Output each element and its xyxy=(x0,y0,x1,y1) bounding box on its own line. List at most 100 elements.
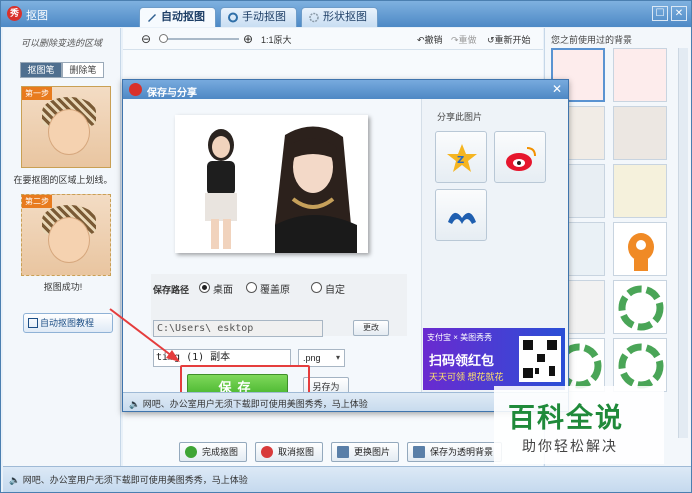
dialog-status-text: 网吧、办公室用户无须下载即可使用美图秀秀，马上体验 xyxy=(142,399,368,409)
dialog-title-bar: 保存与分享 ✕ xyxy=(123,80,568,99)
restart-button[interactable]: ↺重新开始 xyxy=(487,33,531,46)
portrait-preview-image xyxy=(175,115,368,253)
ad-headline: 扫码领红包 xyxy=(429,353,495,368)
replace-image-button[interactable]: 更换图片 xyxy=(331,442,400,462)
background-panel-title: 您之前使用过的背景 xyxy=(551,35,633,45)
tab-label: 自动抠图 xyxy=(161,11,205,23)
share-weibo-button[interactable] xyxy=(494,131,546,183)
mascot-icon xyxy=(628,233,654,271)
background-thumbnail[interactable] xyxy=(613,48,667,102)
close-button[interactable]: ✕ xyxy=(671,6,687,21)
tutorial-label: 自动抠图教程 xyxy=(40,318,95,328)
save-path-label: 保存路径 xyxy=(153,285,190,295)
zoom-in-icon[interactable]: ⊕ xyxy=(243,32,253,46)
canvas-toolbar: ⊖ ⊕ 1:1原大 ↶撤销 ↷重做 ↺重新开始 xyxy=(123,28,543,50)
dialog-close-button[interactable]: ✕ xyxy=(552,82,562,96)
ad-subtext: 天天可领 想花就花 xyxy=(429,372,504,382)
pen-tabs: 抠图笔 删除笔 xyxy=(20,62,104,78)
svg-text:Z: Z xyxy=(457,155,464,166)
step2-image: 第二步 xyxy=(21,194,111,276)
dialog-title: 保存与分享 xyxy=(147,88,197,99)
step2-tag: 第二步 xyxy=(22,195,52,208)
radio-desktop[interactable] xyxy=(199,282,210,293)
chevron-down-icon: ▾ xyxy=(335,353,340,362)
radio-overwrite-label: 覆盖原 xyxy=(260,285,290,296)
radio-custom-label: 自定 xyxy=(325,285,345,296)
background-thumbnail[interactable] xyxy=(613,106,667,160)
app-logo-icon xyxy=(129,83,142,96)
maximize-button[interactable]: ☐ xyxy=(652,6,668,21)
background-thumbnail[interactable] xyxy=(613,338,667,392)
save-share-dialog: 保存与分享 ✕ 保存路径 桌面 覆盖原 自定 C:\Users\ esktop … xyxy=(122,79,569,412)
original-size-button[interactable]: 1:1原大 xyxy=(261,33,292,46)
tab-auto-cutout[interactable]: 自动抠图 xyxy=(139,7,216,27)
hint-text: 可以删除变选的区域 xyxy=(21,38,103,48)
finish-cutout-label: 完成抠图 xyxy=(202,447,239,457)
format-value: .png xyxy=(303,353,321,363)
radio-desktop-label: 桌面 xyxy=(213,285,233,296)
save-icon xyxy=(413,446,426,458)
weibo-icon xyxy=(506,147,536,171)
zoom-slider[interactable] xyxy=(159,38,239,40)
pen-icon xyxy=(148,14,156,22)
title-bar: 秀 抠图 自动抠图 手动抠图 形状抠图 ☐ ✕ xyxy=(1,1,691,27)
redo-button[interactable]: ↷重做 xyxy=(451,33,477,46)
finish-cutout-button[interactable]: 完成抠图 xyxy=(179,442,248,462)
share-panel: 分享此图片 Z 支付宝 × 美图秀秀 扫码领红包 天天可领 想花就花 xyxy=(421,99,568,392)
watermark-subtitle: 助你轻松解决 xyxy=(522,438,618,454)
tab-shape-cutout[interactable]: 形状抠图 xyxy=(301,7,378,27)
dialog-body: 保存路径 桌面 覆盖原 自定 C:\Users\ esktop 更改 timg … xyxy=(123,99,568,410)
window-title: 抠图 xyxy=(26,10,48,22)
ad-banner[interactable]: 支付宝 × 美图秀秀 扫码领红包 天天可领 想花就花 xyxy=(423,328,565,390)
zoom-slider-handle[interactable] xyxy=(159,34,168,43)
radio-overwrite[interactable] xyxy=(246,282,257,293)
undo-label: 撤销 xyxy=(424,35,443,45)
status-bar: 🔈 网吧、办公室用户无须下载即可使用美图秀秀，马上体验 xyxy=(3,466,691,492)
save-path-field[interactable]: C:\Users\ esktop xyxy=(153,320,323,337)
tab-manual-cutout[interactable]: 手动抠图 xyxy=(220,7,297,27)
erase-pen-button[interactable]: 删除笔 xyxy=(62,62,104,78)
redo-label: 重做 xyxy=(458,35,477,45)
qr-code-icon xyxy=(519,336,561,382)
save-transparent-label: 保存为透明背景 xyxy=(430,447,494,457)
change-path-button[interactable]: 更改 xyxy=(353,320,389,336)
share-renren-button[interactable] xyxy=(435,189,487,241)
step1-image: 第一步 xyxy=(21,86,111,168)
background-thumbnail[interactable] xyxy=(613,164,667,218)
green-swirl-icon xyxy=(618,343,664,389)
book-icon xyxy=(28,318,38,328)
share-qzone-button[interactable]: Z xyxy=(435,131,487,183)
left-panel: 可以删除变选的区域 抠图笔 删除笔 第一步 在要抠图的区域上划线。 第二步 抠图… xyxy=(3,28,121,466)
qzone-icon: Z xyxy=(447,144,477,172)
cancel-cutout-button[interactable]: 取消抠图 xyxy=(255,442,324,462)
cutout-pen-button[interactable]: 抠图笔 xyxy=(20,62,62,78)
image-preview xyxy=(175,115,368,253)
shape-icon xyxy=(309,12,319,23)
status-tip[interactable]: 🔈 网吧、办公室用户无须下载即可使用美图秀秀，马上体验 xyxy=(9,473,248,486)
check-icon xyxy=(185,446,197,458)
background-thumbnail[interactable] xyxy=(613,222,667,276)
background-thumbnail[interactable] xyxy=(613,280,667,334)
mode-tabs: 自动抠图 手动抠图 形状抠图 xyxy=(139,7,378,27)
dialog-status-tip[interactable]: 🔈 网吧、办公室用户无须下载即可使用美图秀秀，马上体验 xyxy=(129,397,368,410)
step1-tag: 第一步 xyxy=(22,87,52,100)
gear-icon xyxy=(228,12,238,23)
ad-brand: 支付宝 × 美图秀秀 xyxy=(427,333,493,342)
step1-caption: 在要抠图的区域上划线。 xyxy=(13,175,113,185)
share-title: 分享此图片 xyxy=(437,112,483,122)
status-tip-text: 网吧、办公室用户无须下载即可使用美图秀秀，马上体验 xyxy=(22,475,248,485)
zoom-out-icon[interactable]: ⊖ xyxy=(141,32,151,46)
renren-icon xyxy=(448,212,476,224)
tab-label: 形状抠图 xyxy=(323,11,367,23)
radio-custom[interactable] xyxy=(311,282,322,293)
save-transparent-button[interactable]: 保存为透明背景 xyxy=(407,442,503,462)
background-scrollbar[interactable] xyxy=(678,48,688,438)
cancel-icon xyxy=(261,446,274,458)
step2-caption: 抠图成功! xyxy=(43,282,83,292)
tutorial-button[interactable]: 自动抠图教程 xyxy=(23,313,113,333)
restart-label: 重新开始 xyxy=(494,35,531,45)
undo-button[interactable]: ↶撤销 xyxy=(417,33,443,46)
image-icon xyxy=(337,446,350,458)
green-swirl-icon xyxy=(618,285,664,331)
watermark-title: 百科全说 xyxy=(508,403,624,433)
